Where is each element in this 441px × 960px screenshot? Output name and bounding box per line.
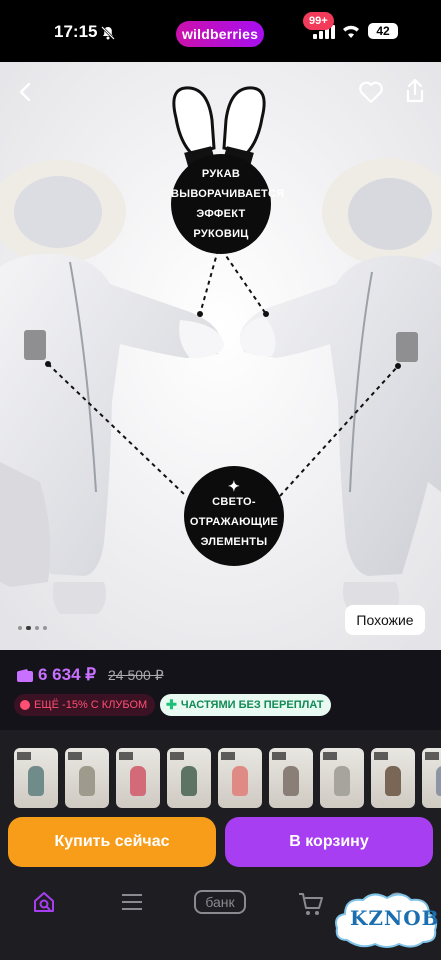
variant-thumbnail[interactable]: [218, 748, 262, 808]
status-bar: 17:15 wildberries 42: [0, 0, 441, 62]
thumbnail-figure: [232, 766, 248, 796]
thumbnail-figure: [283, 766, 299, 796]
thumbnail-label: [170, 752, 184, 760]
variant-thumbnail[interactable]: [65, 748, 109, 808]
callout-sleeve-mitten: РУКАВ ВЫВОРАЧИВАЕТСЯ ЭФФЕКТ РУКОВИЦ: [171, 154, 285, 254]
watermark-text: KZNOB: [350, 906, 440, 930]
brand-logo: wildberries: [176, 21, 264, 47]
variant-thumbnail[interactable]: [167, 748, 211, 808]
thumbnail-label: [323, 752, 337, 760]
thumbnail-figure: [130, 766, 146, 796]
thumbnail-figure: [334, 766, 350, 796]
pagination-dot-active: [26, 626, 31, 630]
club-badge-label: ЕЩЁ -15% С КЛУБОМ: [34, 699, 148, 711]
thumbnail-label: [119, 752, 133, 760]
club-discount-badge[interactable]: ЕЩЁ -15% С КЛУБОМ: [14, 694, 156, 716]
back-icon[interactable]: [14, 80, 38, 104]
bank-tab[interactable]: банк: [194, 890, 246, 914]
thumbnail-figure: [385, 766, 401, 796]
variant-thumbnail[interactable]: [14, 748, 58, 808]
variant-thumbnail[interactable]: [371, 748, 415, 808]
pagination-dot: [18, 626, 22, 630]
wifi-icon: [343, 25, 359, 38]
favorite-heart-icon[interactable]: [358, 80, 384, 104]
installments-badge-label: ЧАСТЯМИ БЕЗ ПЕРЕПЛАТ: [180, 699, 324, 711]
installments-badge[interactable]: ✚ ЧАСТЯМИ БЕЗ ПЕРЕПЛАТ: [160, 694, 332, 716]
catalog-menu-icon[interactable]: [121, 892, 143, 912]
callout-line: СВЕТО-: [212, 496, 256, 508]
thumbnail-label: [374, 752, 388, 760]
price-section: 6 634 ₽ 24 500 ₽ ЕЩЁ -15% С КЛУБОМ ✚ ЧАС…: [0, 650, 441, 730]
variant-thumbnail[interactable]: [269, 748, 313, 808]
thumbnail-figure: [79, 766, 95, 796]
thumbnail-figure: [181, 766, 197, 796]
pagination-dot: [43, 626, 47, 630]
current-price: 6 634 ₽: [38, 665, 97, 684]
gallery-pagination: [18, 626, 47, 630]
callout-line: ОТРАЖАЮЩИЕ: [189, 516, 279, 528]
bell-off-icon: [101, 26, 115, 40]
pagination-dot: [35, 626, 39, 630]
club-icon: [20, 700, 30, 710]
buy-now-button[interactable]: Купить сейчас: [8, 817, 216, 867]
variant-thumbnail[interactable]: [116, 748, 160, 808]
thumbnail-label: [425, 752, 439, 760]
cart-count-badge: 99+: [303, 12, 334, 30]
thumbnail-label: [221, 752, 235, 760]
plus-icon: ✚: [166, 697, 177, 712]
product-image-gallery[interactable]: РУКАВ ВЫВОРАЧИВАЕТСЯ ЭФФЕКТ РУКОВИЦ ✦ СВ…: [0, 62, 441, 650]
callout-line: ЭФФЕКТ РУКОВИЦ: [193, 208, 249, 240]
battery-indicator: 42: [368, 23, 398, 39]
wallet-icon: [17, 669, 33, 682]
thumbnail-label: [17, 752, 31, 760]
home-search-icon[interactable]: [32, 890, 56, 914]
callout-line: ВЫВОРАЧИВАЕТСЯ: [171, 188, 285, 200]
sparkle-icon: ✦: [227, 478, 241, 494]
callout-line: РУКАВ: [201, 168, 241, 180]
variant-thumbnail[interactable]: [422, 748, 441, 808]
similar-button[interactable]: Похожие: [345, 605, 425, 635]
thumbnail-figure: [436, 766, 441, 796]
share-icon[interactable]: [404, 78, 426, 104]
callout-reflective: ✦ СВЕТО- ОТРАЖАЮЩИЕ ЭЛЕМЕНТЫ: [184, 466, 284, 566]
thumbnail-figure: [28, 766, 44, 796]
color-variants-strip[interactable]: [0, 730, 441, 814]
action-bar: Купить сейчас В корзину: [0, 814, 441, 872]
add-to-cart-button[interactable]: В корзину: [225, 817, 433, 867]
thumbnail-label: [68, 752, 82, 760]
thumbnail-label: [272, 752, 286, 760]
cart-icon[interactable]: [298, 892, 324, 916]
old-price: 24 500 ₽: [108, 667, 164, 683]
status-time: 17:15: [54, 22, 98, 41]
variant-thumbnail[interactable]: [320, 748, 364, 808]
callout-line: ЭЛЕМЕНТЫ: [200, 536, 268, 548]
